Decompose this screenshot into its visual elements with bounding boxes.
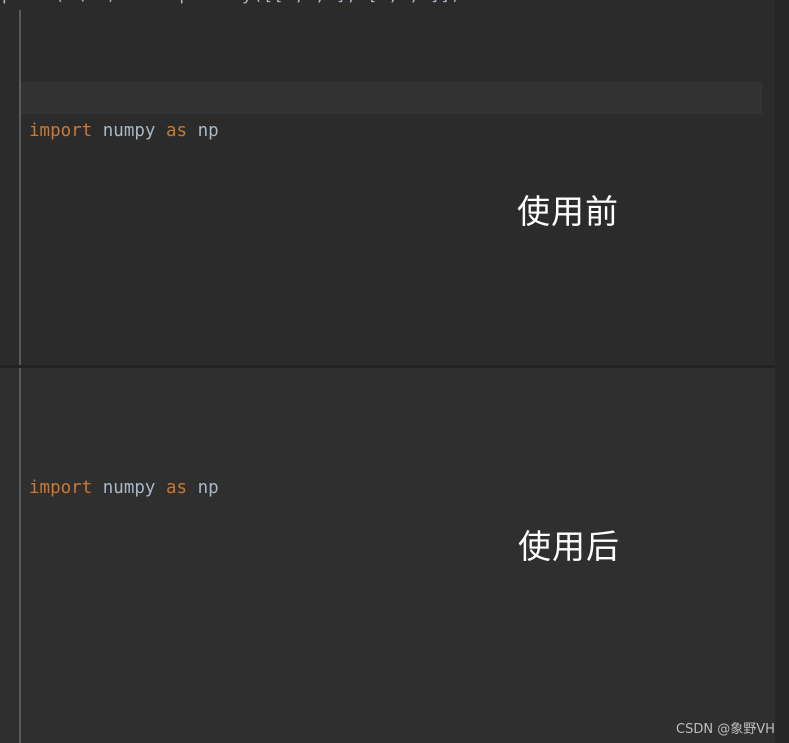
code-block-before[interactable]: import numpy as np x = np.array([[0,1,2]… [29, 16, 577, 367]
right-edge-strip [775, 0, 789, 743]
token-identifier: np [187, 121, 219, 141]
outer-editor-clipped-text: print('\n') x = np.array([[0,1,2], [3,4,… [2, 0, 461, 5]
code-line-blank[interactable] [29, 247, 577, 280]
token-keyword: as [165, 121, 188, 141]
code-line[interactable]: import numpy as np [29, 472, 662, 505]
token-identifier: numpy [92, 478, 166, 498]
code-line[interactable]: x = np.array([[0, 1, 2], [3, 4, 5], [6, … [29, 736, 662, 743]
token-keyword: import [29, 121, 93, 141]
indent-guide-line [19, 368, 21, 743]
outer-editor-clipped-row: print('\n') x = np.array([[0,1,2], [3,4,… [0, 0, 789, 10]
code-line[interactable]: import numpy as np [29, 115, 577, 148]
indent-guide-line [19, 10, 21, 367]
code-editor-panel-before[interactable]: import numpy as np x = np.array([[0,1,2]… [0, 10, 775, 367]
code-editor-panel-after[interactable]: import numpy as np x = np.array([[0, 1, … [0, 368, 775, 743]
annotation-before-label: 使用前 [517, 192, 619, 231]
watermark-csdn: CSDN @象野VH [676, 722, 775, 737]
token-identifier: np [187, 478, 219, 498]
annotation-after-label: 使用后 [518, 527, 620, 566]
token-identifier: numpy [92, 121, 166, 141]
token-keyword: as [165, 478, 188, 498]
token-keyword: import [29, 478, 93, 498]
code-line-blank[interactable] [29, 604, 662, 637]
